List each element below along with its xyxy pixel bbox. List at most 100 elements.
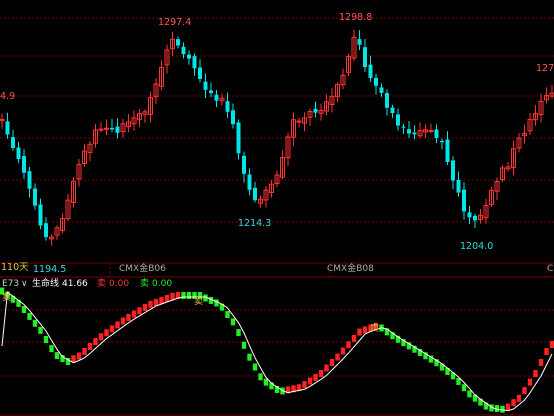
candle-body-down [247, 174, 252, 190]
candle-body-down [11, 137, 15, 148]
indicator-bar-up [329, 359, 335, 366]
buy-label: 卖 [140, 278, 149, 289]
candle-body-down [374, 77, 378, 86]
indicator-bar-down [461, 384, 467, 392]
candle-body-down [27, 171, 32, 189]
indicator-bar-up [516, 394, 522, 402]
indicator-bar-down [247, 353, 252, 361]
candle-body-down [214, 94, 219, 101]
price-label-low-0: 1194.5 [33, 264, 66, 275]
period-label[interactable]: 110天 [1, 262, 29, 273]
candle-body-down [368, 64, 373, 78]
candle-body-down [412, 132, 417, 135]
indicator-bar-up [98, 333, 104, 341]
candle-body-down [176, 39, 180, 46]
indicator-bar-up [340, 347, 346, 355]
candle-body-down [181, 46, 186, 55]
indicator-bar-down [186, 292, 192, 299]
candle-body-down [396, 114, 400, 126]
indicator-bar-up [131, 310, 137, 318]
indicator-bar-up [76, 352, 82, 360]
candle-body-down [313, 108, 318, 113]
indicator-bar-up [104, 329, 109, 337]
candle-body-up [0, 118, 5, 121]
indicator-bar-down [258, 373, 263, 381]
indicator-bar-down [236, 329, 241, 337]
candle-body-down [451, 160, 455, 181]
indicator-bar-up [549, 341, 554, 348]
indicator-series [0, 287, 554, 413]
candle-body-down [22, 156, 26, 173]
indicator-bar-down [500, 405, 505, 413]
marker-label-3: 卖 [370, 323, 379, 334]
indicator-bar-up [126, 313, 131, 321]
candle-body-up [98, 128, 104, 131]
indicator-bar-up [307, 377, 313, 385]
candle-body-down [253, 187, 257, 201]
price-label-right: 1277 [536, 63, 554, 74]
indicator-bar-down [467, 390, 472, 398]
indicator-bar-up [82, 347, 87, 355]
lifeline-label: 生命线 [32, 277, 59, 289]
indicator-bar-down [21, 306, 27, 313]
indicator-bar-up [153, 298, 159, 306]
candle-body-down [445, 139, 450, 162]
candle-body-down [209, 90, 213, 94]
indicator-bar-up [109, 325, 115, 333]
price-label-low-1: 1214.3 [238, 218, 271, 229]
indicator-bar-up [346, 341, 351, 349]
indicator-bar-up [351, 334, 357, 342]
candle-body-down [33, 188, 37, 206]
price-label-low-2: 1204.0 [460, 241, 493, 252]
marker-label-2: 卖 [194, 296, 203, 307]
time-label-1: CMX金B06 [119, 262, 166, 274]
indicator-bar-up [335, 353, 340, 361]
indicator-bar-up [87, 343, 93, 350]
indicator-bar-up [522, 387, 527, 395]
candle-body-down [440, 140, 444, 143]
chevron-down-icon[interactable]: ∨ [21, 279, 28, 289]
candle-body-down [203, 81, 208, 90]
time-label-2: CMX金B08 [327, 262, 374, 274]
indicator-bar-down [181, 292, 186, 299]
candle-body-down [242, 155, 246, 174]
indicator-bar-up [313, 373, 318, 381]
candlestick-chart[interactable]: 4.9 1297.4 1298.8 1277 1214.3 1194.5 120… [0, 0, 554, 416]
indicator-bar-up [357, 328, 362, 336]
indicator-bar-up [318, 370, 324, 377]
price-label-high-1: 1297.4 [158, 17, 191, 28]
candle-body-down [407, 129, 411, 134]
indicator-bar-down [38, 326, 43, 334]
indicator-bar-down [54, 352, 60, 360]
lifeline-value: 41.66 [62, 279, 88, 289]
indicator-bar-down [32, 319, 38, 327]
candle-body-down [225, 101, 230, 112]
candle-body-down [236, 122, 241, 154]
indicator-bar-up [362, 326, 368, 334]
indicator-bar-up [142, 304, 148, 311]
indicator-bar-up [120, 317, 126, 325]
candle-body-down [44, 223, 48, 238]
candle-body-down [363, 47, 367, 68]
sell-value: 0.00 [109, 279, 129, 289]
indicator-name[interactable]: E73 [2, 279, 19, 289]
indicator-bar-down [43, 336, 49, 343]
indicator-bar-up [170, 292, 175, 300]
indicator-bar-up [71, 355, 76, 363]
candle-body-down [115, 126, 120, 133]
candle-body-down [357, 39, 362, 45]
candle-body-down [456, 180, 461, 193]
candle-body-down [192, 56, 197, 69]
candle-series [0, 29, 554, 246]
buy-value: 0.00 [152, 279, 172, 289]
indicator-bar-up [527, 378, 533, 386]
indicator-bar-up [115, 321, 120, 329]
indicator-bar-down [49, 345, 54, 353]
indicator-bar-up [544, 348, 549, 355]
candle-body-down [473, 215, 477, 221]
candle-body-down [16, 147, 21, 160]
price-label-high-2: 1298.8 [339, 12, 372, 23]
candle-body-down [401, 126, 406, 128]
candle-body-down [187, 54, 191, 59]
indicator-bar-up [505, 403, 511, 411]
